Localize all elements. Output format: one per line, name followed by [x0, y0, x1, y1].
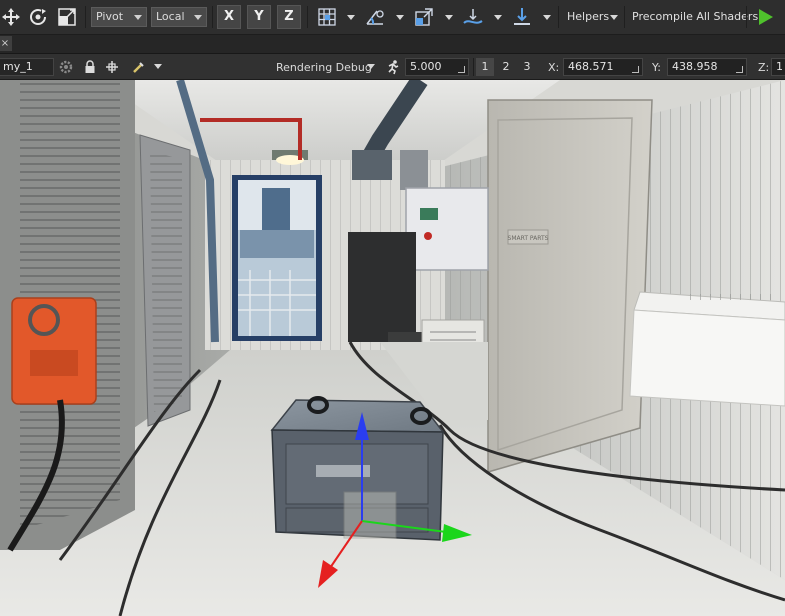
crosshair-icon[interactable]: [104, 58, 120, 76]
chevron-down-icon[interactable]: [396, 15, 404, 20]
view-2-button[interactable]: 2: [497, 58, 515, 76]
document-tabs: ×: [0, 35, 785, 54]
brush-icon[interactable]: [130, 58, 148, 76]
generator-unit: [348, 232, 416, 342]
cabinet-sign: SMART PARTS: [508, 235, 549, 242]
z-coord-value: 1: [776, 60, 783, 73]
toolbar-separator: [85, 6, 86, 28]
control-panel: [405, 187, 489, 271]
camera-speed-value: 5.000: [410, 60, 442, 73]
helpers-label: Helpers: [567, 10, 610, 23]
chevron-down-icon: [194, 15, 202, 20]
y-coord-value: 438.958: [672, 60, 718, 73]
snap-surface-icon[interactable]: [460, 4, 486, 30]
chevron-down-icon[interactable]: [347, 15, 355, 20]
editor-window: Pivot Local X Y Z Helpers Precompile All…: [0, 0, 785, 616]
axis-z-toggle[interactable]: Z: [277, 5, 301, 29]
toolbar-separator: [558, 6, 559, 28]
view-3-button[interactable]: 3: [518, 58, 536, 76]
rotate-icon[interactable]: [26, 4, 50, 30]
chevron-down-icon: [134, 15, 142, 20]
y-coord-label: Y:: [652, 61, 661, 74]
camera-select[interactable]: my_1: [0, 58, 54, 76]
toolbar-separator: [307, 6, 308, 28]
close-icon[interactable]: ×: [0, 36, 12, 51]
snap-angle-icon[interactable]: [362, 4, 388, 30]
grid-snap-icon[interactable]: [314, 4, 340, 30]
x-coord-input[interactable]: 468.571: [563, 58, 643, 76]
camera-speed-input[interactable]: 5.000: [405, 58, 469, 76]
axis-y-toggle[interactable]: Y: [247, 5, 271, 29]
space-select-value: Local: [156, 10, 185, 23]
play-icon[interactable]: [752, 4, 778, 30]
rendering-debug-label: Rendering Debug: [276, 61, 372, 74]
selected-battery-box[interactable]: [270, 396, 445, 541]
main-toolbar: Pivot Local X Y Z Helpers Precompile All…: [0, 0, 785, 35]
viewport-toolbar: my_1 Rendering Debug 5.000 1 2 3 X: 468.…: [0, 54, 785, 80]
move-icon[interactable]: [0, 4, 22, 30]
x-coord-value: 468.571: [568, 60, 614, 73]
toolbar-separator: [473, 58, 474, 76]
toolbar-separator: [212, 6, 213, 28]
lock-icon[interactable]: [82, 58, 98, 76]
precompile-shaders-button[interactable]: Precompile All Shaders: [632, 10, 758, 23]
camera-name: my_1: [3, 60, 33, 73]
camera-speed-icon: [384, 58, 402, 76]
z-coord-input[interactable]: 1: [771, 58, 785, 76]
axis-x-toggle[interactable]: X: [217, 5, 241, 29]
precompile-label: Precompile All Shaders: [632, 10, 759, 23]
chevron-down-icon[interactable]: [445, 15, 453, 20]
resize-handle-icon: [458, 66, 465, 73]
chevron-down-icon[interactable]: [154, 64, 162, 69]
electrical-cabinet: [487, 99, 653, 473]
scene-render: SMART PARTS: [0, 80, 785, 616]
chevron-down-icon[interactable]: [367, 64, 375, 69]
helpers-menu[interactable]: Helpers: [567, 10, 609, 23]
chevron-down-icon[interactable]: [494, 15, 502, 20]
snap-scale-icon[interactable]: [411, 4, 437, 30]
toolbar-separator: [624, 6, 625, 28]
snap-ground-icon[interactable]: [509, 4, 535, 30]
view-1-button[interactable]: 1: [476, 58, 494, 76]
rendering-debug-menu[interactable]: Rendering Debug: [276, 61, 372, 74]
pivot-select[interactable]: Pivot: [91, 7, 147, 27]
resize-handle-icon: [736, 66, 743, 73]
gear-icon[interactable]: [58, 58, 74, 76]
space-select[interactable]: Local: [151, 7, 207, 27]
z-coord-label: Z:: [758, 61, 770, 74]
chevron-down-icon[interactable]: [610, 15, 618, 20]
toolbar-separator: [746, 6, 747, 28]
chevron-down-icon[interactable]: [543, 15, 551, 20]
y-coord-input[interactable]: 438.958: [667, 58, 747, 76]
x-coord-label: X:: [548, 61, 560, 74]
scene-viewport[interactable]: SMART PARTS: [0, 80, 785, 616]
resize-handle-icon: [632, 66, 639, 73]
pivot-select-value: Pivot: [96, 10, 124, 23]
scale-icon[interactable]: [56, 4, 78, 30]
